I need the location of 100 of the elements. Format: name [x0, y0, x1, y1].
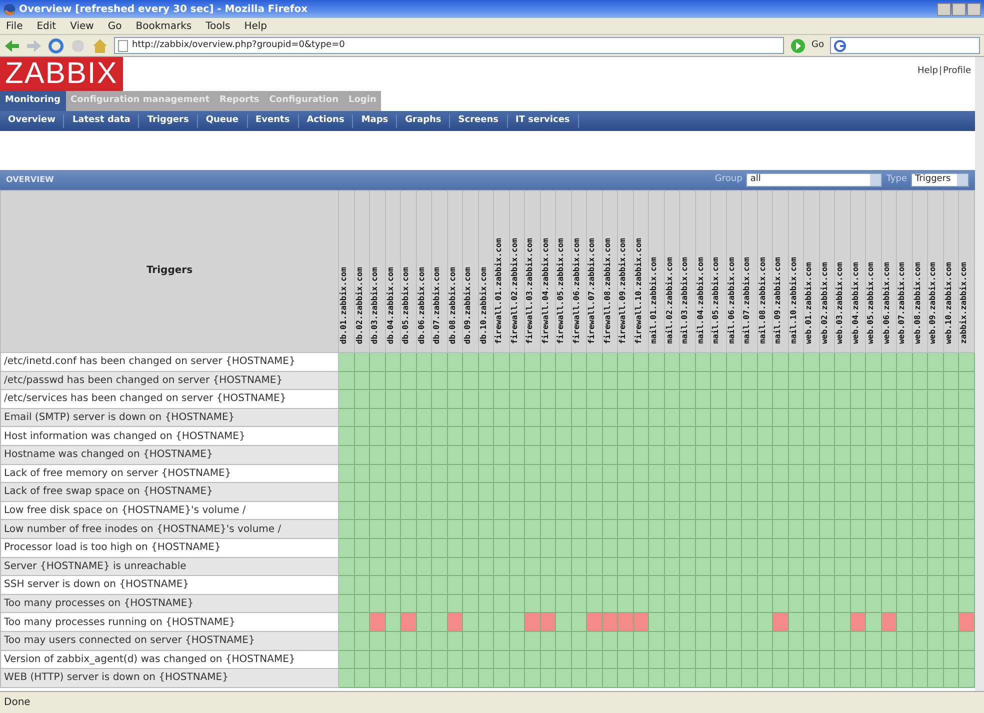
host-column-header: web.03.zabbix.com [835, 262, 845, 344]
host-column-header: web.08.zabbix.com [912, 262, 922, 344]
host-column-header: mail.03.zabbix.com [680, 257, 690, 344]
back-arrow-icon[interactable] [4, 38, 20, 54]
menu-item[interactable]: Bookmarks [136, 18, 192, 34]
submenu-link[interactable]: IT services [508, 114, 579, 128]
host-column-header: web.09.zabbix.com [928, 262, 938, 344]
menu-item[interactable]: File [6, 18, 23, 34]
submenu-link[interactable]: Latest data [64, 114, 140, 128]
host-column-header: firewall.02.zabbix.com [510, 238, 520, 344]
trigger-name: /etc/services has been changed on server {HOSTNAME} [0, 390, 338, 408]
host-column-header: db.08.zabbix.com [448, 266, 458, 344]
trigger-name: Lack of free swap space on {HOSTNAME} [0, 482, 338, 502]
search-engine-icon [833, 38, 847, 52]
host-column-header: db.05.zabbix.com [401, 266, 411, 344]
host-column-header: firewall.05.zabbix.com [556, 238, 566, 344]
host-column-header: db.07.zabbix.com [432, 266, 442, 344]
host-column-header: zabbix.zabbix.com [959, 262, 969, 344]
host-column-header: web.01.zabbix.com [804, 262, 814, 344]
type-label: Type [886, 173, 907, 186]
home-icon[interactable] [92, 38, 108, 54]
host-column-header: db.04.zabbix.com [386, 266, 396, 344]
host-column-header: mail.04.zabbix.com [696, 257, 706, 344]
close-button[interactable] [967, 2, 981, 16]
group-select[interactable]: all [746, 173, 882, 187]
trigger-name: Host information was changed on {HOSTNAME} [0, 426, 338, 446]
logo: ZABBIX [0, 57, 123, 91]
host-column-header: mail.05.zabbix.com [711, 257, 721, 344]
trigger-name: Server {HOSTNAME} is unreachable [0, 557, 338, 576]
group-label: Group [714, 173, 742, 186]
host-column-header: web.02.zabbix.com [820, 262, 830, 344]
host-column-header: web.07.zabbix.com [897, 262, 907, 344]
go-icon[interactable] [790, 38, 806, 54]
host-column-header: firewall.06.zabbix.com [572, 238, 582, 344]
address-field[interactable]: http://zabbix/overview.php?groupid=0&type=0 [114, 37, 784, 54]
trigger-name: Too may users connected on server {HOSTNAME} [0, 631, 338, 650]
host-column-header: mail.06.zabbix.com [726, 257, 736, 344]
host-column-header: mail.09.zabbix.com [773, 257, 783, 344]
trigger-name: Too many processes on {HOSTNAME} [0, 594, 338, 613]
submenu-link[interactable]: Screens [450, 114, 508, 128]
host-column-header: db.10.zabbix.com [478, 266, 488, 344]
host-column-header: db.02.zabbix.com [354, 266, 364, 344]
trigger-name: Too many processes running on {HOSTNAME} [0, 612, 338, 632]
host-column-header: db.09.zabbix.com [463, 266, 473, 344]
trigger-name: Processor load is too high on {HOSTNAME} [0, 538, 338, 558]
go-button[interactable]: Go [812, 38, 824, 52]
host-column-header: db.01.zabbix.com [339, 266, 349, 344]
trigger-name: /etc/passwd has been changed on server {HOSTNAME} [0, 371, 338, 390]
host-column-header: mail.01.zabbix.com [649, 257, 659, 344]
menu-item[interactable]: Help [244, 18, 268, 34]
trigger-name: Version of zabbix_agent(d) was changed on {HOSTNAME} [0, 650, 338, 669]
header-link[interactable]: Help [917, 65, 938, 78]
menu-item[interactable]: View [70, 18, 94, 34]
submenu-link[interactable]: Triggers [139, 114, 198, 128]
page-icon [118, 40, 128, 52]
host-column-header: firewall.01.zabbix.com [494, 238, 504, 344]
submenu-link[interactable]: Maps [353, 114, 398, 128]
search-field[interactable] [830, 37, 980, 54]
host-column-header: db.06.zabbix.com [416, 266, 426, 344]
reload-icon[interactable] [48, 38, 64, 54]
trigger-name: Low number of free inodes on {HOSTNAME}'s volume / [0, 520, 338, 538]
menu-item[interactable]: Edit [36, 18, 56, 34]
host-column-header: firewall.09.zabbix.com [618, 238, 628, 344]
host-column-header: mail.08.zabbix.com [758, 257, 768, 344]
trigger-name: Hostname was changed on {HOSTNAME} [0, 445, 338, 464]
trigger-name: /etc/inetd.conf has been changed on server {HOSTNAME} [0, 352, 338, 372]
window-title: Overview [refreshed every 30 sec] - Mozilla Firefox [19, 2, 308, 16]
host-column-header: mail.07.zabbix.com [742, 257, 752, 344]
trigger-name: Lack of free memory on server {HOSTNAME} [0, 464, 338, 483]
submenu-link[interactable]: Actions [298, 114, 354, 128]
host-column-header: mail.02.zabbix.com [664, 257, 674, 344]
host-column-header: firewall.03.zabbix.com [525, 238, 535, 344]
status-text: Done [4, 696, 30, 710]
trigger-name: SSH server is down on {HOSTNAME} [0, 576, 338, 594]
section-title: OVERVIEW [6, 174, 54, 186]
firefox-icon [3, 2, 16, 16]
header-link[interactable]: Profile [943, 65, 971, 78]
submenu-link[interactable]: Queue [198, 114, 248, 128]
column-header: Triggers [0, 190, 338, 352]
minimize-button[interactable] [937, 2, 951, 16]
host-column-header: web.05.zabbix.com [866, 262, 876, 344]
trigger-name: WEB (HTTP) server is down on {HOSTNAME} [0, 668, 338, 688]
submenu-link[interactable]: Graphs [397, 114, 450, 128]
host-column-header: firewall.04.zabbix.com [540, 238, 550, 344]
host-column-header: mail.10.zabbix.com [788, 257, 798, 344]
type-select[interactable]: Triggers [911, 173, 969, 187]
trigger-name: Email (SMTP) server is down on {HOSTNAME} [0, 408, 338, 427]
submenu-link[interactable]: Overview [0, 114, 64, 128]
host-column-header: web.04.zabbix.com [850, 262, 860, 344]
maximize-button[interactable] [952, 2, 966, 16]
submenu-link[interactable]: Events [248, 114, 299, 128]
host-column-header: web.06.zabbix.com [882, 262, 892, 344]
host-column-header: firewall.10.zabbix.com [634, 238, 644, 344]
host-column-header: web.10.zabbix.com [944, 262, 954, 344]
separator: | [938, 65, 942, 78]
host-column-header: db.03.zabbix.com [370, 266, 380, 344]
menu-tab[interactable]: Monitoring [0, 91, 66, 111]
trigger-name: Low free disk space on {HOSTNAME}'s volume / [0, 501, 338, 520]
menu-item[interactable]: Tools [206, 18, 230, 34]
menu-item[interactable]: Go [108, 18, 122, 34]
